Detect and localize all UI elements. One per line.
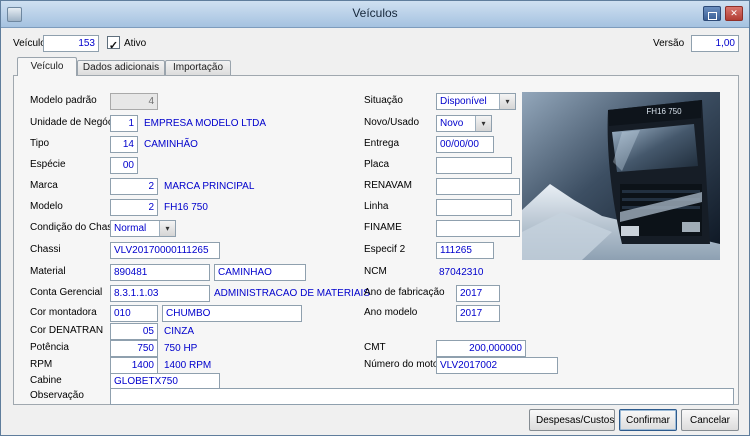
chevron-down-icon: ▾ xyxy=(499,94,515,109)
finame-label: FINAME xyxy=(364,222,402,233)
form-row: NCM 87042310 xyxy=(14,264,738,281)
form-row: Ano de fabricação xyxy=(14,285,738,302)
situacao-value: Disponível xyxy=(440,96,487,107)
entrega-input[interactable] xyxy=(436,136,494,153)
titlebar[interactable]: Veículos ✕ xyxy=(1,1,749,28)
ativo-label: Ativo xyxy=(124,38,147,49)
tab-veiculo[interactable]: Veículo xyxy=(17,57,77,76)
form-row: CMT xyxy=(14,340,738,357)
check-icon: ✓ xyxy=(108,40,119,52)
cor-denatran-desc: CINZA xyxy=(164,326,194,337)
close-icon: ✕ xyxy=(730,8,738,18)
numero-motor-input[interactable] xyxy=(436,357,558,374)
cor-denatran-label: Cor DENATRAN xyxy=(30,325,104,336)
entrega-label: Entrega xyxy=(364,138,400,149)
renavam-input[interactable] xyxy=(436,178,520,195)
tab-importacao[interactable]: Importação xyxy=(165,60,231,75)
cmt-input[interactable] xyxy=(436,340,526,357)
tab-label: Dados adicionais xyxy=(82,62,160,73)
vehicle-tab-panel: Modelo padrão Unidade de Negócio EMPRESA… xyxy=(13,75,739,405)
ncm-label: NCM xyxy=(364,266,387,277)
ano-fabricacao-input[interactable] xyxy=(456,285,500,302)
vehicle-window: Veículos ✕ Veículo ✓ Ativo Versão Veícul… xyxy=(0,0,750,436)
novo-usado-value: Novo xyxy=(440,118,464,129)
confirmar-button[interactable]: Confirmar xyxy=(619,409,677,431)
linha-input[interactable] xyxy=(436,199,512,216)
ano-modelo-label: Ano modelo xyxy=(364,307,418,318)
numero-motor-label: Número do motor xyxy=(364,359,442,370)
ano-fabricacao-label: Ano de fabricação xyxy=(364,287,445,298)
observacao-label: Observação xyxy=(30,390,84,401)
finame-input[interactable] xyxy=(436,220,520,237)
form-row: Observação xyxy=(14,388,738,405)
cabine-label: Cabine xyxy=(30,375,62,386)
especif2-input[interactable] xyxy=(436,242,494,259)
chevron-down-icon: ▾ xyxy=(475,116,491,131)
tab-label: Importação xyxy=(172,62,224,73)
tab-dados-adicionais[interactable]: Dados adicionais xyxy=(77,60,165,75)
situacao-label: Situação xyxy=(364,95,403,106)
novo-usado-select[interactable]: Novo ▾ xyxy=(436,115,492,132)
linha-label: Linha xyxy=(364,201,389,212)
cmt-label: CMT xyxy=(364,342,386,353)
placa-label: Placa xyxy=(364,159,390,170)
maximize-icon xyxy=(707,12,717,20)
form-row: Cor DENATRAN CINZA xyxy=(14,323,738,340)
ativo-checkbox[interactable]: ✓ xyxy=(107,36,120,52)
novo-usado-label: Novo/Usado xyxy=(364,117,420,128)
veiculo-input[interactable] xyxy=(43,35,99,52)
window-title: Veículos xyxy=(352,6,398,20)
maximize-button[interactable] xyxy=(703,6,721,21)
cor-denatran-input[interactable] xyxy=(110,323,158,340)
form-row: Ano modelo xyxy=(14,305,738,322)
renavam-label: RENAVAM xyxy=(364,180,412,191)
situacao-select[interactable]: Disponível ▾ xyxy=(436,93,516,110)
cancelar-button[interactable]: Cancelar xyxy=(681,409,739,431)
especif2-label: Especif 2 xyxy=(364,244,406,255)
versao-input[interactable] xyxy=(691,35,739,52)
vehicle-photo: FH16 750 xyxy=(522,92,720,260)
veiculo-label: Veículo xyxy=(13,38,46,49)
versao-label: Versão xyxy=(653,38,685,49)
form-row: Número do motor xyxy=(14,357,738,374)
ncm-value: 87042310 xyxy=(439,267,484,278)
truck-image: FH16 750 xyxy=(522,92,720,260)
observacao-input[interactable] xyxy=(110,388,734,405)
placa-input[interactable] xyxy=(436,157,512,174)
tab-label: Veículo xyxy=(30,61,64,72)
close-button[interactable]: ✕ xyxy=(725,6,743,21)
ano-modelo-input[interactable] xyxy=(456,305,500,322)
despesas-custos-button[interactable]: Despesas/Custos xyxy=(529,409,615,431)
truck-badge: FH16 750 xyxy=(646,107,682,116)
